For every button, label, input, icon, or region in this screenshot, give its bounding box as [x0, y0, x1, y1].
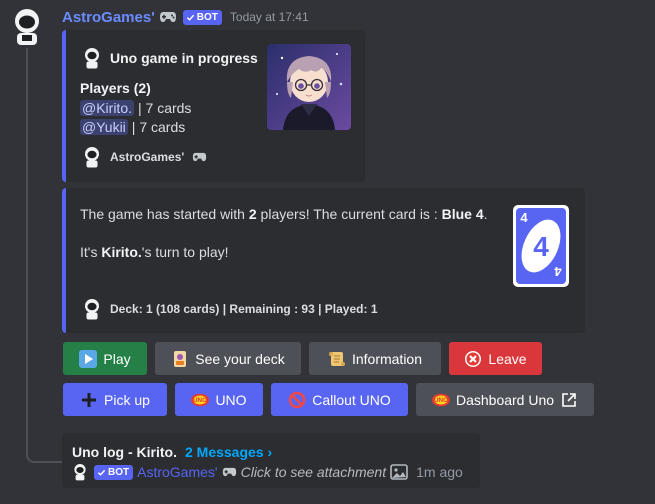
- astronaut-icon: [85, 147, 99, 168]
- card-corner-number: 4: [520, 210, 528, 225]
- controller-icon: [193, 152, 207, 162]
- author-name[interactable]: AstroGames': [62, 9, 155, 26]
- player-card-count: | 7 cards: [131, 119, 186, 135]
- thread-connector-line: [26, 48, 62, 463]
- message-header: AstroGames' BOT Today at 17:41: [62, 8, 309, 26]
- uno-button[interactable]: UNO UNO: [175, 383, 263, 416]
- scroll-icon: [328, 350, 346, 368]
- bot-badge-label: BOT: [196, 11, 218, 23]
- thread-last-message: BOT AstroGames' Click to see attachment …: [72, 463, 463, 481]
- astronaut-icon: [85, 48, 99, 69]
- controller-icon: [222, 467, 236, 477]
- astronaut-icon: [74, 464, 86, 481]
- desc-text: players! The current card is :: [256, 206, 442, 222]
- anime-avatar-thumbnail[interactable]: [267, 44, 351, 130]
- uno-logo-icon: UNO: [431, 391, 450, 409]
- thread-message-count[interactable]: 2 Messages ›: [185, 444, 272, 460]
- bot-badge: BOT: [94, 464, 134, 480]
- play-icon: [79, 349, 98, 368]
- x-mark-icon: [464, 350, 482, 368]
- plus-icon: [80, 391, 98, 409]
- controller-icon: [159, 12, 176, 22]
- player-card-count: | 7 cards: [138, 100, 192, 116]
- turn-text: It's: [80, 244, 102, 260]
- leave-button[interactable]: Leave: [449, 342, 542, 375]
- turn-embed: The game has started with 2 players! The…: [62, 188, 585, 333]
- bot-badge-label: BOT: [108, 466, 130, 478]
- callout-uno-button-label: Callout UNO: [312, 391, 391, 408]
- thread-time: 1m ago: [416, 464, 463, 480]
- desc-text: The game has started with: [80, 206, 249, 222]
- see-deck-button-label: See your deck: [195, 350, 285, 367]
- uno-button-label: UNO: [215, 391, 247, 408]
- player-row: @Yukii | 7 cards: [80, 119, 185, 135]
- svg-text:UNO: UNO: [434, 397, 448, 404]
- thread-author: AstroGames': [137, 464, 218, 480]
- player-row: @Kirito. | 7 cards: [80, 100, 191, 116]
- embed-footer: Deck: 1 (108 cards) | Remaining : 93 | P…: [82, 298, 378, 320]
- callout-uno-button[interactable]: Callout UNO: [271, 383, 408, 416]
- card-corner-number: 4: [554, 264, 562, 279]
- card-center-number: 4: [533, 231, 549, 262]
- information-button[interactable]: Information: [309, 342, 441, 375]
- game-embed: Uno game in progress Players (2) @Kirito…: [62, 30, 365, 182]
- embed-description: The game has started with 2 players! The…: [80, 206, 488, 222]
- players-field-title: Players (2): [80, 80, 151, 96]
- play-button-label: Play: [103, 350, 131, 367]
- pick-up-button[interactable]: Pick up: [63, 383, 167, 416]
- play-button[interactable]: Play: [63, 342, 147, 375]
- player-mention[interactable]: @Kirito.: [80, 100, 134, 116]
- thread-title-row: Uno log - Kirito. 2 Messages ›: [72, 444, 272, 460]
- embed-footer-text: AstroGames': [110, 150, 185, 164]
- timestamp[interactable]: Today at 17:41: [230, 10, 309, 24]
- desc-text: .: [483, 206, 488, 222]
- information-button-label: Information: [351, 350, 423, 367]
- pick-up-button-label: Pick up: [104, 391, 150, 408]
- check-icon: [186, 14, 194, 21]
- thread-preview-card[interactable]: Uno log - Kirito. 2 Messages › BOT Astro…: [62, 433, 480, 488]
- embed-author: Uno game in progress: [82, 47, 258, 69]
- embed-author-name: Uno game in progress: [110, 50, 258, 66]
- prohibited-icon: [288, 391, 306, 409]
- check-icon: [97, 469, 106, 476]
- current-card-image[interactable]: 4 4 4: [513, 205, 569, 287]
- dashboard-uno-button-label: Dashboard Uno: [455, 391, 555, 408]
- external-link-icon: [560, 391, 578, 409]
- turn-text: 's turn to play!: [141, 244, 229, 260]
- turn-line: It's Kirito.'s turn to play!: [80, 244, 229, 260]
- image-icon: [390, 464, 408, 480]
- player-count: 2: [248, 206, 257, 222]
- svg-text:UNO: UNO: [193, 397, 207, 404]
- turn-player-name: Kirito.: [101, 244, 142, 260]
- dashboard-uno-link-button[interactable]: UNO Dashboard Uno: [416, 383, 594, 416]
- thread-title[interactable]: Uno log - Kirito.: [72, 444, 177, 460]
- current-card-name: Blue 4: [441, 206, 484, 222]
- bot-badge: BOT: [182, 9, 222, 25]
- avatar[interactable]: [8, 6, 46, 46]
- astronaut-icon: [85, 299, 99, 320]
- cards-icon: [171, 350, 189, 368]
- deck-status-text: Deck: 1 (108 cards) | Remaining : 93 | P…: [110, 302, 378, 316]
- see-deck-button[interactable]: See your deck: [155, 342, 301, 375]
- player-mention[interactable]: @Yukii: [80, 119, 128, 135]
- leave-button-label: Leave: [488, 350, 527, 367]
- embed-footer: AstroGames': [82, 146, 207, 168]
- uno-logo-icon: UNO: [191, 391, 210, 409]
- thread-preview-text: Click to see attachment: [240, 464, 387, 480]
